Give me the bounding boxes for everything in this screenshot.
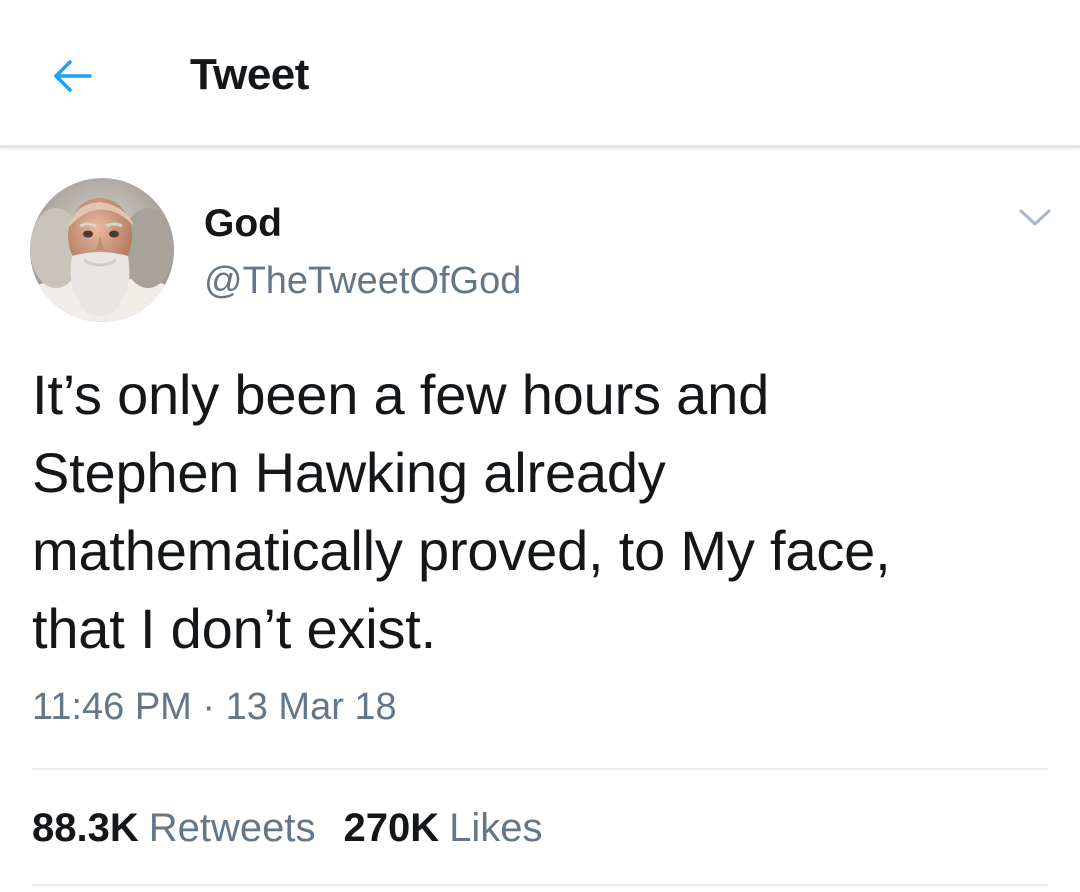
tweet-text-line: that I don’t exist. <box>32 597 436 660</box>
likes-label: Likes <box>449 806 543 850</box>
divider <box>32 768 1048 770</box>
tweet-text-line: Stephen Hawking already <box>32 441 666 504</box>
avatar[interactable] <box>30 178 174 322</box>
tweet-menu-button[interactable] <box>1014 200 1056 236</box>
retweets-label: Retweets <box>148 806 316 850</box>
arrow-left-icon <box>54 60 92 92</box>
back-button[interactable] <box>44 50 100 102</box>
tweet-text-line: It’s only been a few hours and <box>32 363 770 426</box>
tweet-timestamp[interactable]: 11:46 PM · 13 Mar 18 <box>32 686 397 729</box>
likes-count: 270K <box>343 806 440 850</box>
bearded-old-man-avatar <box>30 178 174 322</box>
tweet-text: It’s only been a few hours and Stephen H… <box>32 356 1032 668</box>
divider <box>32 884 1048 886</box>
tweet-stats: 88.3K Retweets 270K Likes <box>32 806 543 851</box>
likes-stat[interactable]: 270K Likes <box>344 806 543 851</box>
chevron-down-icon <box>1019 209 1051 226</box>
retweets-count: 88.3K <box>32 806 139 850</box>
page-title: Tweet <box>190 50 309 99</box>
author-handle[interactable]: @TheTweetOfGod <box>204 260 521 303</box>
tweet-text-line: mathematically proved, to My face, <box>32 519 891 582</box>
author-display-name[interactable]: God <box>204 202 282 246</box>
top-app-bar: Tweet <box>0 0 1080 148</box>
retweets-stat[interactable]: 88.3K Retweets <box>32 806 316 851</box>
